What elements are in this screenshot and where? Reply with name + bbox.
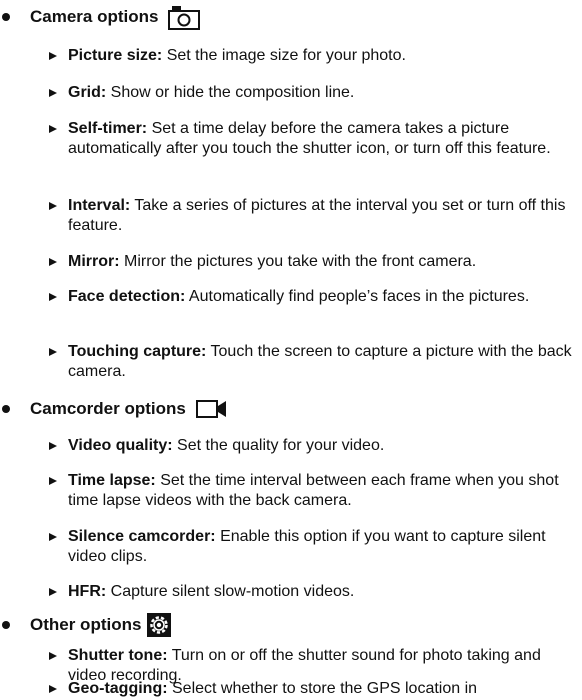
item-label: Touching capture: bbox=[68, 343, 207, 360]
section-bullet bbox=[2, 13, 10, 21]
item-description: Capture silent slow-motion videos. bbox=[106, 583, 355, 600]
item-label: Shutter tone: bbox=[68, 647, 168, 664]
item-label: Time lapse: bbox=[68, 472, 156, 489]
item-label: Grid: bbox=[68, 84, 107, 101]
arrow-bullet-icon bbox=[49, 202, 57, 210]
item-description: Mirror the pictures you take with the fr… bbox=[119, 253, 477, 270]
item-description: Automatically find people’s faces in the… bbox=[185, 288, 530, 305]
arrow-bullet-icon bbox=[49, 293, 57, 301]
arrow-bullet-icon bbox=[49, 89, 57, 97]
arrow-bullet-icon bbox=[49, 533, 57, 541]
item-label: Picture size: bbox=[68, 47, 163, 64]
item-label: Mirror: bbox=[68, 253, 120, 270]
arrow-bullet-icon bbox=[49, 652, 57, 660]
arrow-bullet-icon bbox=[49, 588, 57, 596]
section-bullet bbox=[2, 405, 10, 413]
arrow-bullet-icon bbox=[49, 477, 57, 485]
item-description: Show or hide the composition line. bbox=[106, 84, 355, 101]
arrow-bullet-icon bbox=[49, 348, 57, 356]
section-header: Camera options bbox=[0, 4, 582, 36]
item-description: Set the image size for your photo. bbox=[162, 47, 406, 64]
camera-icon bbox=[168, 6, 200, 30]
arrow-bullet-icon bbox=[49, 442, 57, 450]
arrow-bullet-icon bbox=[49, 258, 57, 266]
section-bullet bbox=[2, 621, 10, 629]
item-label: Interval: bbox=[68, 197, 131, 214]
section-title: Camera options bbox=[30, 7, 159, 26]
arrow-bullet-icon bbox=[49, 125, 57, 133]
item-label: HFR: bbox=[68, 583, 107, 600]
section-title: Other options bbox=[30, 615, 142, 634]
item-label: Face detection: bbox=[68, 288, 186, 305]
item-description: Set the quality for your video. bbox=[172, 437, 385, 454]
item-label: Geo-tagging: bbox=[68, 680, 168, 697]
gear-icon bbox=[147, 613, 171, 637]
camcorder-icon bbox=[196, 400, 226, 418]
item-label: Self-timer: bbox=[68, 120, 148, 137]
item-description: Take a series of pictures at the interva… bbox=[68, 197, 566, 234]
section-header: Other options bbox=[0, 612, 582, 644]
section-title: Camcorder options bbox=[30, 399, 186, 418]
section-header: Camcorder options bbox=[0, 396, 582, 428]
item-description: Select whether to store the GPS location… bbox=[167, 680, 478, 697]
item-label: Video quality: bbox=[68, 437, 173, 454]
arrow-bullet-icon bbox=[49, 685, 57, 693]
arrow-bullet-icon bbox=[49, 52, 57, 60]
item-label: Silence camcorder: bbox=[68, 528, 216, 545]
